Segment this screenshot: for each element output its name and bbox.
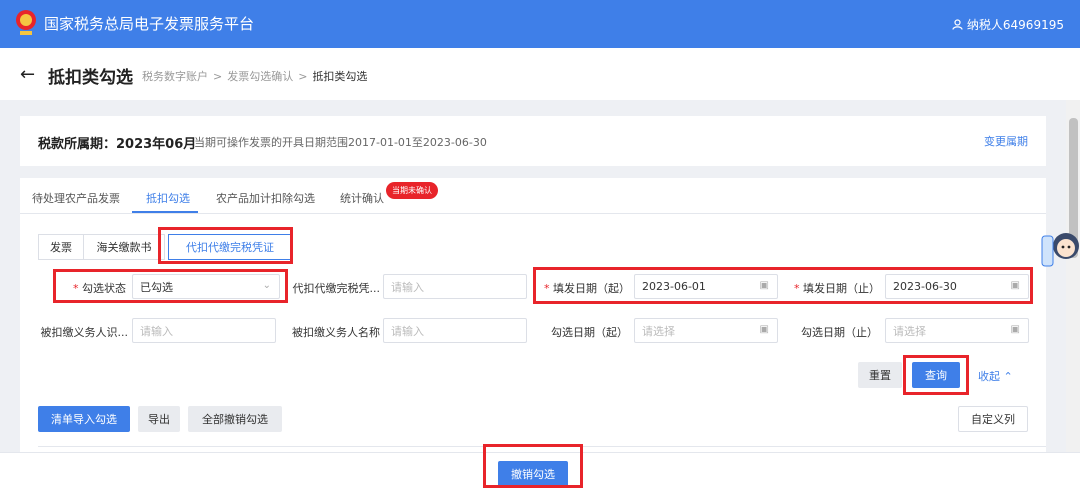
tab-statistics-confirm[interactable]: 统计确认 bbox=[340, 190, 384, 206]
custom-columns-button[interactable]: 自定义列 bbox=[958, 406, 1028, 432]
main-card: 待处理农产品发票 抵扣勾选 农产品加计扣除勾选 统计确认 当期未确认 发票 海关… bbox=[20, 178, 1046, 452]
breadcrumb-item[interactable]: 税务数字账户 bbox=[142, 70, 208, 83]
subtab-invoice[interactable]: 发票 bbox=[38, 234, 84, 260]
user-menu[interactable]: 纳税人64969195 bbox=[952, 16, 1064, 33]
withholder-name-label: 被扣缴义务人名称 bbox=[292, 326, 380, 339]
breadcrumb: 税务数字账户 > 发票勾选确认 > 抵扣类勾选 bbox=[142, 68, 367, 84]
reset-button[interactable]: 重置 bbox=[858, 362, 902, 388]
subtab-customs-payment[interactable]: 海关缴款书 bbox=[83, 234, 165, 260]
withholder-id-input[interactable]: 请输入 bbox=[132, 318, 276, 343]
arrow-left-icon[interactable]: ← bbox=[20, 64, 35, 85]
breadcrumb-separator: > bbox=[213, 70, 223, 83]
tab-bar: 待处理农产品发票 抵扣勾选 农产品加计扣除勾选 统计确认 当期未确认 bbox=[20, 178, 1046, 214]
tax-period-note: 当期可操作发票的开具日期范围2017-01-01至2023-06-30 bbox=[194, 136, 487, 149]
voucher-no-input[interactable]: 请输入 bbox=[383, 274, 527, 299]
fill-date-start-input[interactable]: 2023-06-01 ▣ bbox=[634, 274, 778, 299]
tax-emblem-icon bbox=[16, 10, 36, 35]
check-status-value: 已勾选 bbox=[140, 280, 173, 294]
tab-deduction-check[interactable]: 抵扣勾选 bbox=[146, 190, 190, 206]
check-date-start-placeholder: 请选择 bbox=[642, 324, 675, 338]
fill-date-end-label-text: 填发日期（止） bbox=[803, 282, 880, 295]
user-name: 纳税人64969195 bbox=[966, 18, 1064, 32]
collapse-label: 收起 bbox=[978, 370, 1000, 383]
app-title: 国家税务总局电子发票服务平台 bbox=[44, 15, 255, 33]
check-status-select[interactable]: 已勾选 ⌄ bbox=[132, 274, 280, 299]
chevron-down-icon: ⌄ bbox=[262, 280, 271, 291]
withholder-name-input[interactable]: 请输入 bbox=[383, 318, 527, 343]
export-button[interactable]: 导出 bbox=[138, 406, 180, 432]
check-date-end-placeholder: 请选择 bbox=[893, 324, 926, 338]
footer-bar: 撤销勾选 bbox=[0, 452, 1080, 494]
check-date-end-label: 勾选日期（止） bbox=[801, 326, 878, 339]
period-card: 税款所属期：2023年06月 当期可操作发票的开具日期范围2017-01-01至… bbox=[20, 116, 1046, 166]
fill-date-end-input[interactable]: 2023-06-30 ▣ bbox=[885, 274, 1029, 299]
tax-period-label: 税款所属期：2023年06月 bbox=[38, 137, 197, 152]
breadcrumb-separator: > bbox=[298, 70, 308, 83]
check-status-label-text: 勾选状态 bbox=[82, 282, 126, 295]
cancel-check-button[interactable]: 撤销勾选 bbox=[498, 461, 568, 487]
user-icon bbox=[952, 19, 963, 30]
voucher-no-label: 代扣代缴完税凭... bbox=[292, 282, 381, 295]
calendar-icon: ▣ bbox=[759, 280, 769, 291]
tab-agri-extra-deduction[interactable]: 农产品加计扣除勾选 bbox=[216, 190, 315, 206]
page-title: 抵扣类勾选 bbox=[48, 68, 133, 88]
mascot-assistant-icon[interactable] bbox=[1040, 222, 1080, 272]
collapse-link[interactable]: 收起 ⌃ bbox=[978, 368, 1013, 384]
check-status-label: * 勾选状态 bbox=[73, 282, 126, 295]
calendar-icon: ▣ bbox=[1010, 280, 1020, 291]
fill-date-start-label-text: 填发日期（起） bbox=[553, 282, 630, 295]
fill-date-start-value: 2023-06-01 bbox=[642, 280, 706, 293]
query-button[interactable]: 查询 bbox=[912, 362, 960, 388]
tab-agri-pending[interactable]: 待处理农产品发票 bbox=[32, 190, 120, 206]
withholder-id-label: 被扣缴义务人识... bbox=[40, 326, 129, 339]
check-date-start-input[interactable]: 请选择 ▣ bbox=[634, 318, 778, 343]
calendar-icon: ▣ bbox=[759, 324, 769, 335]
fill-date-start-label: * 填发日期（起） bbox=[544, 282, 630, 295]
change-period-link[interactable]: 变更属期 bbox=[984, 133, 1028, 149]
subtab-withholding-certificate[interactable]: 代扣代缴完税凭证 bbox=[168, 234, 292, 260]
active-tab-indicator bbox=[132, 211, 198, 213]
page-header: ← 抵扣类勾选 税务数字账户 > 发票勾选确认 > 抵扣类勾选 bbox=[0, 48, 1080, 100]
fill-date-end-label: * 填发日期（止） bbox=[794, 282, 880, 295]
fill-date-end-value: 2023-06-30 bbox=[893, 280, 957, 293]
calendar-icon: ▣ bbox=[1010, 324, 1020, 335]
breadcrumb-current: 抵扣类勾选 bbox=[312, 70, 368, 83]
top-bar: 国家税务总局电子发票服务平台 纳税人64969195 bbox=[0, 0, 1080, 48]
status-badge: 当期未确认 bbox=[386, 182, 438, 199]
import-check-button[interactable]: 清单导入勾选 bbox=[38, 406, 130, 432]
breadcrumb-item[interactable]: 发票勾选确认 bbox=[227, 70, 293, 83]
cancel-all-check-button[interactable]: 全部撤销勾选 bbox=[188, 406, 282, 432]
check-date-end-input[interactable]: 请选择 ▣ bbox=[885, 318, 1029, 343]
chevron-up-icon: ⌃ bbox=[1003, 370, 1013, 383]
check-date-start-label: 勾选日期（起） bbox=[551, 326, 628, 339]
